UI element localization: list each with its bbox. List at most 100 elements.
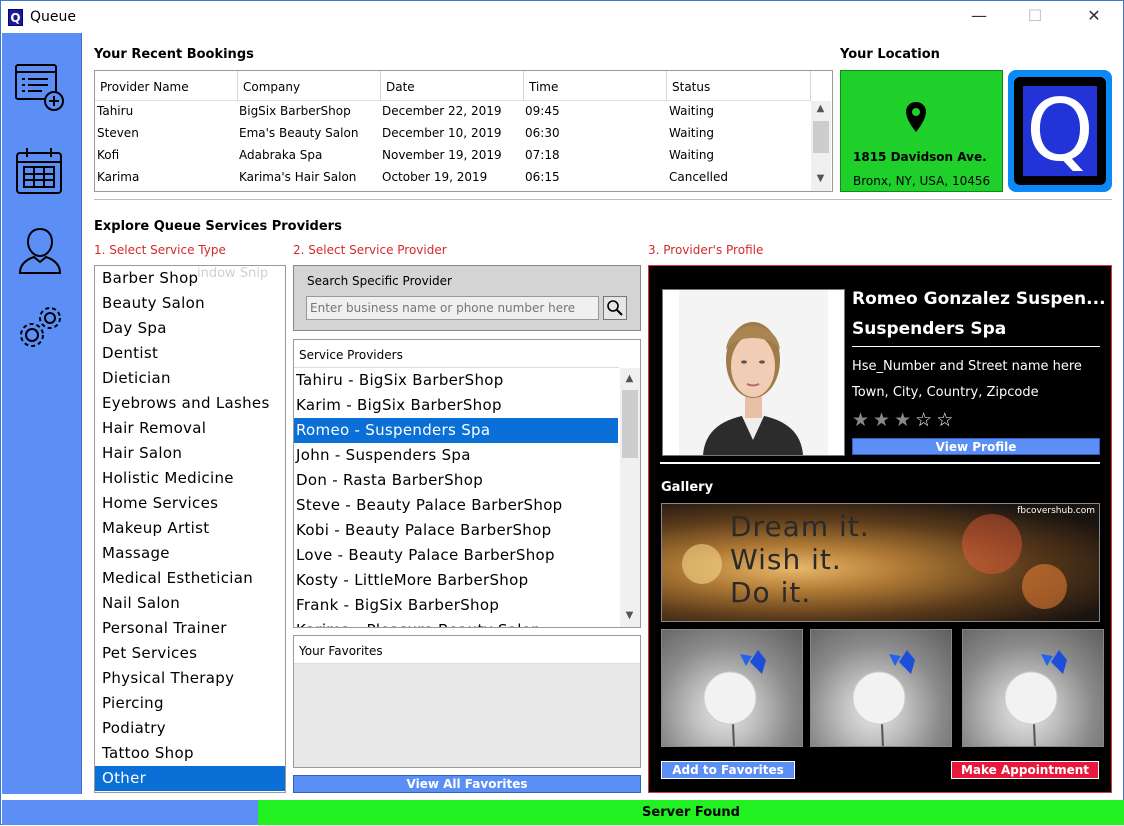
gallery-thumbnail[interactable] — [810, 629, 952, 747]
location-city: Bronx, NY, USA, 10456 — [853, 174, 991, 188]
service-type-item[interactable]: Pet Services — [95, 641, 285, 666]
service-type-item[interactable]: Holistic Medicine — [95, 466, 285, 491]
scroll-down-icon[interactable]: ▼ — [812, 173, 829, 184]
bookings-scrollbar[interactable]: ▲ ▼ — [811, 101, 831, 191]
logo-letter: Q — [1023, 86, 1097, 176]
provider-item[interactable]: Karim - BigSix BarberShop — [294, 393, 618, 418]
logo-frame: Q — [1014, 77, 1106, 185]
view-profile-button[interactable]: View Profile — [852, 438, 1100, 455]
divider — [94, 199, 1112, 200]
location-card: 1815 Davidson Ave. Bronx, NY, USA, 10456 — [840, 70, 1003, 192]
scroll-down-icon[interactable]: ▼ — [621, 610, 638, 621]
explore-title: Explore Queue Services Providers — [94, 219, 342, 234]
favorites-panel: Your Favorites — [293, 635, 641, 768]
column-header[interactable]: Company — [238, 71, 381, 101]
search-button[interactable] — [603, 296, 627, 320]
column-header[interactable]: Status — [667, 71, 811, 101]
table-row[interactable]: Kofi Adabraka Spa November 19, 2019 07:1… — [95, 144, 811, 166]
provider-item[interactable]: Karima - Pleasure Beauty Salon — [294, 618, 618, 627]
cell-provider: Karima — [97, 170, 140, 184]
sidebar — [2, 33, 82, 794]
provider-city: Town, City, Country, Zipcode — [852, 385, 1039, 400]
table-row[interactable]: Karima Karima's Hair Salon October 19, 2… — [95, 166, 811, 188]
scroll-up-icon[interactable]: ▲ — [621, 373, 638, 384]
service-type-item[interactable]: Day Spa — [95, 316, 285, 341]
add-booking-icon[interactable] — [14, 61, 66, 113]
service-type-item[interactable]: Makeup Artist — [95, 516, 285, 541]
maximize-button[interactable]: ☐ — [1012, 1, 1058, 33]
column-header[interactable]: Time — [524, 71, 667, 101]
cell-company: Adabraka Spa — [239, 148, 323, 162]
star-empty-icon: ☆ — [936, 409, 958, 431]
scroll-thumb[interactable] — [813, 121, 829, 153]
view-all-favorites-button[interactable]: View All Favorites — [293, 775, 641, 793]
provider-item[interactable]: John - Suspenders Spa — [294, 443, 618, 468]
scroll-thumb[interactable] — [622, 390, 638, 458]
gallery-thumbnail[interactable] — [962, 629, 1104, 747]
provider-item[interactable]: Tahiru - BigSix BarberShop — [294, 368, 618, 393]
search-panel: Search Specific Provider — [293, 265, 641, 331]
column-header[interactable]: Date — [381, 71, 524, 101]
bookings-header: Provider Name Company Date Time Status — [95, 71, 811, 101]
add-to-favorites-button[interactable]: Add to Favorites — [661, 761, 795, 779]
minimize-button[interactable]: — — [956, 1, 1002, 33]
provider-name: Romeo Gonzalez Suspen... — [852, 289, 1106, 309]
provider-item[interactable]: Frank - BigSix BarberShop — [294, 593, 618, 618]
cell-company: BigSix BarberShop — [239, 104, 351, 118]
cell-status: Waiting — [669, 126, 715, 140]
gallery-banner-image[interactable]: Dream it. Wish it. Do it. fbcovershub.co… — [661, 503, 1100, 622]
app-window: Q Queue — ☐ ✕ Your Recent Bookings Provi… — [0, 0, 1124, 825]
cell-company: Ema's Beauty Salon — [239, 126, 359, 140]
calendar-icon[interactable] — [14, 145, 66, 197]
cell-date: November 19, 2019 — [382, 148, 502, 162]
service-type-item[interactable]: Piercing — [95, 691, 285, 716]
service-type-item[interactable]: Beauty Salon — [95, 291, 285, 316]
cell-date: October 19, 2019 — [382, 170, 488, 184]
service-type-item[interactable]: Tattoo Shop — [95, 741, 285, 766]
provider-item[interactable]: Kobi - Beauty Palace BarberShop — [294, 518, 618, 543]
service-type-item[interactable]: Dentist — [95, 341, 285, 366]
service-type-item[interactable]: Home Services — [95, 491, 285, 516]
cell-date: December 10, 2019 — [382, 126, 502, 140]
service-type-item[interactable]: Hair Removal — [95, 416, 285, 441]
service-type-item[interactable]: Massage — [95, 541, 285, 566]
provider-item[interactable]: Kosty - LittleMore BarberShop — [294, 568, 618, 593]
column-header[interactable]: Provider Name — [95, 71, 238, 101]
service-type-item[interactable]: Nail Salon — [95, 591, 285, 616]
service-type-item[interactable]: Eyebrows and Lashes — [95, 391, 285, 416]
location-title: Your Location — [840, 47, 940, 62]
divider — [660, 462, 1100, 464]
provider-company: Suspenders Spa — [852, 319, 1007, 339]
make-appointment-button[interactable]: Make Appointment — [951, 761, 1099, 779]
settings-icon[interactable] — [14, 301, 66, 353]
table-row[interactable]: Steven Ema's Beauty Salon December 10, 2… — [95, 122, 811, 144]
table-row[interactable]: Tahiru BigSix BarberShop December 22, 20… — [95, 100, 811, 122]
search-input[interactable] — [306, 296, 599, 320]
star-filled-icon: ★ — [873, 409, 895, 431]
provider-item[interactable]: Don - Rasta BarberShop — [294, 468, 618, 493]
close-button[interactable]: ✕ — [1071, 1, 1117, 33]
service-type-item[interactable]: Podiatry — [95, 716, 285, 741]
bookings-title: Your Recent Bookings — [94, 47, 254, 62]
cell-company: Karima's Hair Salon — [239, 170, 357, 184]
user-icon[interactable] — [14, 225, 66, 277]
service-type-item[interactable]: Other — [95, 766, 285, 791]
star-empty-icon: ☆ — [915, 409, 937, 431]
gallery-thumbnail[interactable] — [661, 629, 803, 747]
provider-item[interactable]: Steve - Beauty Palace BarberShop — [294, 493, 618, 518]
provider-item[interactable]: Love - Beauty Palace BarberShop — [294, 543, 618, 568]
service-type-item[interactable]: Physical Therapy — [95, 666, 285, 691]
cell-status: Waiting — [669, 148, 715, 162]
service-type-item[interactable]: Medical Esthetician — [95, 566, 285, 591]
provider-profile: Romeo Gonzalez Suspen... Suspenders Spa … — [648, 265, 1112, 793]
provider-item[interactable]: Romeo - Suspenders Spa — [294, 418, 618, 443]
service-type-item[interactable]: Dietician — [95, 366, 285, 391]
providers-scrollbar[interactable]: ▲ ▼ — [620, 368, 640, 627]
service-type-item[interactable]: Hair Salon — [95, 441, 285, 466]
star-filled-icon: ★ — [894, 409, 916, 431]
scroll-up-icon[interactable]: ▲ — [812, 103, 829, 114]
service-type-item[interactable]: Personal Trainer — [95, 616, 285, 641]
cell-provider: Steven — [97, 126, 139, 140]
window-title: Queue — [30, 9, 76, 25]
star-filled-icon: ★ — [852, 409, 874, 431]
